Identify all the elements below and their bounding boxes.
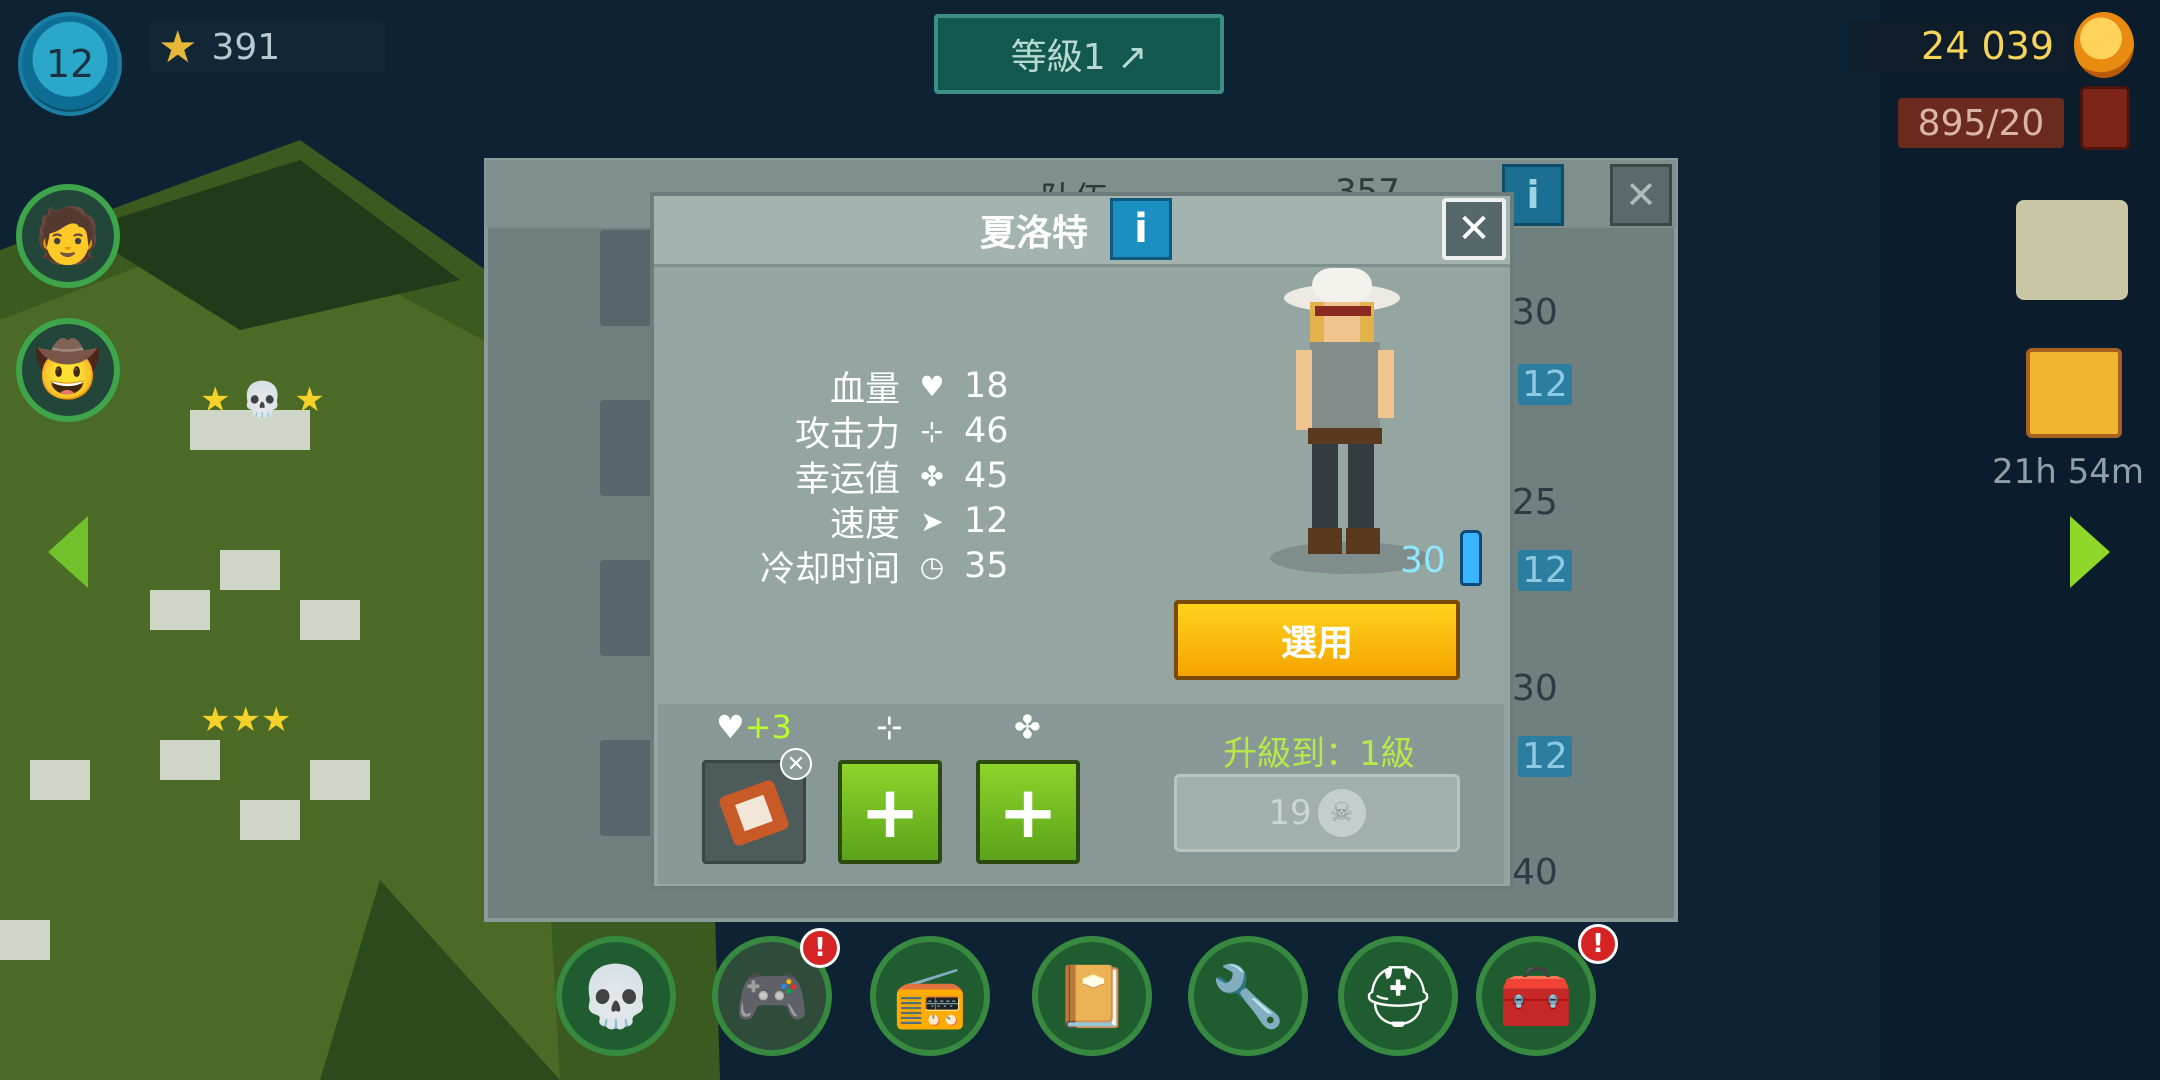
stat-label: 幸运值 — [794, 459, 900, 500]
stat-label: 速度 — [829, 504, 900, 545]
skull-menu-button[interactable]: 💀 — [556, 936, 676, 1056]
fuel-can-icon[interactable] — [2080, 86, 2130, 150]
team-stat: 40 — [1512, 852, 1558, 893]
stat-row: 幸运值 ✤ 45 — [700, 454, 1260, 500]
coins-value: 24 039 — [1921, 24, 2054, 68]
add-luck-item-button[interactable]: + — [976, 760, 1080, 864]
team-stat: 12 — [1518, 550, 1572, 591]
map-stars-marker-2[interactable]: ★★★ — [200, 700, 291, 740]
character-sprite — [1270, 268, 1430, 574]
boot-icon: ➤ — [920, 504, 944, 538]
team-stat: 25 — [1512, 482, 1558, 523]
survivor-avatar-1[interactable]: 🧑 — [16, 184, 120, 288]
clover-icon: ✤ — [920, 459, 944, 493]
skull-icon: 💀 — [578, 961, 654, 1032]
stat-row: 冷却时间 ◷ 35 — [700, 544, 1260, 590]
survivor-avatar-2[interactable]: 🤠 — [16, 318, 120, 422]
team-stat: 12 — [1518, 364, 1572, 405]
use-button[interactable]: 選用 — [1174, 600, 1460, 680]
team-stat: 30 — [1512, 668, 1558, 709]
heart-icon: ♥ — [716, 708, 745, 746]
player-level-badge[interactable]: 12 — [18, 12, 122, 116]
team-stat: 30 — [1512, 292, 1558, 333]
stat-label: 攻击力 — [794, 414, 900, 455]
remove-item-button[interactable]: ✕ — [780, 748, 812, 780]
health-bonus-value: +3 — [744, 708, 792, 746]
radio-icon: 📻 — [892, 961, 968, 1032]
fuel-value: 895/20 — [1917, 102, 2045, 144]
crosshair-icon: ⊹ — [920, 414, 944, 448]
cowboy-face-icon: 🤠 — [34, 338, 102, 401]
add-attack-item-button[interactable]: + — [838, 760, 942, 864]
chest-button[interactable]: 🧰 — [1476, 936, 1596, 1056]
stat-value: 35 — [964, 546, 1009, 586]
water-count: 30 — [1400, 540, 1446, 581]
rank-button-label: 等級1 ↗ — [1010, 37, 1148, 78]
upgrades-button[interactable]: ⛑ — [1338, 936, 1458, 1056]
chest-icon: 🧰 — [1498, 961, 1574, 1032]
team-stat: 12 — [1518, 736, 1572, 777]
rank-button[interactable]: 等級1 ↗ — [934, 14, 1224, 94]
crate-button[interactable] — [2016, 200, 2128, 300]
stat-value: 45 — [964, 456, 1009, 496]
book-icon: 📔 — [1054, 961, 1130, 1032]
upgrade-button[interactable]: 19 ☠ — [1174, 774, 1460, 852]
team-close-button[interactable]: ✕ — [1610, 164, 1672, 226]
skull-coin-icon: ☠ — [1317, 789, 1366, 837]
clover-icon: ✤ — [1014, 708, 1041, 746]
stat-value: 18 — [964, 366, 1009, 406]
use-button-label: 選用 — [1280, 623, 1353, 664]
radio-button[interactable]: 📻 — [870, 936, 990, 1056]
workshop-button[interactable]: 🔧 — [1188, 936, 1308, 1056]
tools-icon: 🔧 — [1210, 961, 1286, 1032]
crosshair-icon: ⊹ — [876, 708, 903, 746]
health-bonus: ♥+3 — [716, 708, 792, 746]
character-name: 夏洛特 — [980, 213, 1089, 254]
stat-label: 血量 — [829, 369, 900, 410]
stat-value: 46 — [964, 411, 1009, 451]
star-icon: ★ — [158, 21, 198, 73]
gift-icon[interactable] — [2026, 348, 2122, 438]
alert-badge-icon: ! — [800, 928, 840, 968]
stat-label: 冷却时间 — [759, 549, 900, 590]
next-arrow-icon[interactable] — [2070, 516, 2110, 588]
heart-icon: ♥ — [919, 369, 945, 403]
skull-coin-icon[interactable] — [2074, 12, 2134, 78]
stars-counter: ★ 391 — [150, 21, 385, 73]
alert-badge-icon: ! — [1578, 924, 1618, 964]
stat-row: 攻击力 ⊹ 46 — [700, 409, 1260, 455]
map-stars-marker-1[interactable]: ★ 💀 ★ — [200, 380, 325, 420]
stat-value: 12 — [964, 501, 1009, 541]
character-close-button[interactable]: ✕ — [1442, 198, 1506, 260]
helmet-icon: ⛑ — [1359, 961, 1437, 1032]
gamepad-icon: 🎮 — [734, 961, 810, 1032]
fuel-counter: 895/20 — [1898, 98, 2064, 148]
coins-counter: 24 039 — [1848, 20, 2070, 72]
upgrade-label: 升級到：1級 — [1223, 734, 1415, 774]
water-bottle-icon — [1460, 530, 1482, 586]
timer-icon: ◷ — [919, 549, 945, 583]
previous-arrow-icon[interactable] — [48, 516, 88, 588]
stat-row: 血量 ♥ 18 — [700, 364, 1260, 410]
character-info-button[interactable]: i — [1110, 198, 1172, 260]
stat-row: 速度 ➤ 12 — [700, 499, 1260, 545]
stars-value: 391 — [211, 26, 281, 68]
survivor-face-icon: 🧑 — [34, 204, 102, 267]
gift-timer: 21h 54m — [1992, 452, 2145, 492]
zombie-book-button[interactable]: 📔 — [1032, 936, 1152, 1056]
upgrade-cost: 19 — [1268, 793, 1312, 833]
player-level: 12 — [45, 42, 95, 86]
